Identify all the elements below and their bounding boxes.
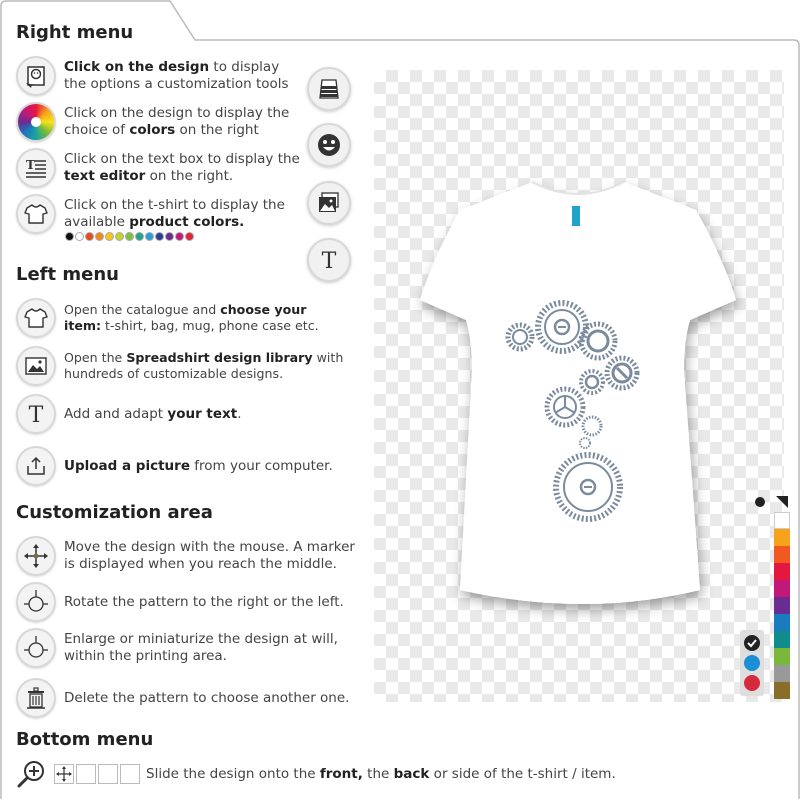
product-color-dot bbox=[105, 232, 114, 241]
palette-swatch[interactable] bbox=[774, 648, 790, 665]
product-color-dot bbox=[125, 232, 134, 241]
side-color-dot[interactable] bbox=[744, 675, 760, 691]
scale-icon bbox=[16, 628, 56, 668]
palette-swatch[interactable] bbox=[774, 631, 790, 648]
product-color-dot bbox=[135, 232, 144, 241]
tshirt-color-icon[interactable] bbox=[307, 67, 351, 111]
palette-swatch[interactable] bbox=[774, 665, 790, 682]
product-color-dot bbox=[175, 232, 184, 241]
product-color-dot bbox=[145, 232, 154, 241]
palette-toggle-icon[interactable] bbox=[752, 494, 792, 512]
smiley-icon[interactable] bbox=[307, 123, 351, 167]
color-wheel-icon bbox=[16, 102, 56, 142]
customization-heading: Customization area bbox=[16, 502, 213, 523]
svg-text:T: T bbox=[322, 249, 337, 272]
palette-swatch[interactable] bbox=[774, 614, 790, 631]
text-icon: T bbox=[16, 394, 56, 434]
svg-text:T: T bbox=[26, 158, 35, 172]
left-menu-item-text: Open the catalogue and choose your item:… bbox=[64, 302, 319, 333]
right-menu-item-design: Click on the design to display the optio… bbox=[16, 56, 304, 96]
left-menu-item-library: Open the Spreadshirt design library with… bbox=[16, 346, 349, 386]
right-menu-heading: Right menu bbox=[16, 22, 134, 43]
bottom-menu-heading: Bottom menu bbox=[16, 729, 154, 750]
left-menu-item-text: Add and adapt your text. bbox=[64, 405, 242, 422]
product-color-dot bbox=[65, 232, 74, 241]
customization-item-scale: Enlarge or miniaturize the design at wil… bbox=[16, 628, 364, 668]
left-menu-item-catalogue: Open the catalogue and choose your item:… bbox=[16, 298, 344, 338]
tshirt-icon bbox=[16, 298, 56, 338]
color-palette[interactable] bbox=[774, 512, 790, 699]
palette-swatch[interactable] bbox=[774, 580, 790, 597]
rotate-icon bbox=[16, 582, 56, 622]
view-thumbnails bbox=[54, 764, 140, 784]
customization-item-text: Move the design with the mouse. A marker… bbox=[64, 539, 355, 572]
design-canvas[interactable] bbox=[374, 70, 784, 702]
right-menu-item-product-colors: Click on the t-shirt to display the avai… bbox=[16, 194, 304, 234]
palette-swatch[interactable] bbox=[774, 682, 790, 699]
customization-item-move: Move the design with the mouse. A marker… bbox=[16, 536, 364, 576]
palette-swatch[interactable] bbox=[774, 597, 790, 614]
palette-swatch[interactable] bbox=[774, 546, 790, 563]
zoom-in-icon[interactable] bbox=[16, 759, 46, 789]
customization-item-text: Delete the pattern to choose another one… bbox=[64, 689, 350, 706]
image-icon bbox=[16, 346, 56, 386]
text-icon[interactable]: T bbox=[307, 238, 351, 282]
right-menu-item-text: Click on the text box to display the tex… bbox=[64, 151, 300, 184]
design-click-icon bbox=[16, 56, 56, 96]
svg-text:T: T bbox=[29, 403, 44, 426]
right-menu-item-text: Click on the t-shirt to display the avai… bbox=[64, 197, 285, 230]
image-icon[interactable] bbox=[307, 181, 351, 225]
right-menu-item-text: Click on the design to display the choic… bbox=[64, 105, 290, 138]
right-menu-item-text-editor: T Click on the text box to display the t… bbox=[16, 148, 324, 188]
product-color-dot bbox=[95, 232, 104, 241]
product-color-dot bbox=[115, 232, 124, 241]
product-color-dot bbox=[185, 232, 194, 241]
product-color-dot bbox=[85, 232, 94, 241]
move-icon bbox=[16, 536, 56, 576]
customization-item-text: Rotate the pattern to the right or the l… bbox=[64, 593, 344, 610]
tshirt-icon bbox=[16, 194, 56, 234]
customization-item-text: Enlarge or miniaturize the design at wil… bbox=[64, 631, 338, 664]
left-menu-item-text: Open the Spreadshirt design library with… bbox=[64, 350, 344, 381]
tshirt-preview[interactable] bbox=[374, 70, 784, 702]
product-color-dot bbox=[155, 232, 164, 241]
upload-icon bbox=[16, 446, 56, 486]
view-side-thumbnail[interactable] bbox=[120, 764, 140, 784]
checkmark-icon[interactable] bbox=[744, 635, 760, 651]
right-menu-item-text: Click on the design to display the optio… bbox=[64, 59, 289, 92]
view-back-thumbnail[interactable] bbox=[98, 764, 118, 784]
text-editor-icon: T bbox=[16, 148, 56, 188]
left-menu-heading: Left menu bbox=[16, 264, 119, 285]
bottom-menu-text: Slide the design onto the front, the bac… bbox=[146, 765, 616, 782]
customization-item-rotate: Rotate the pattern to the right or the l… bbox=[16, 582, 364, 622]
view-front-thumbnail[interactable] bbox=[76, 764, 96, 784]
product-color-dot bbox=[165, 232, 174, 241]
move-icon[interactable] bbox=[54, 764, 74, 784]
product-color-dots bbox=[65, 232, 194, 241]
left-menu-item-text: Upload a picture from your computer. bbox=[64, 457, 333, 474]
palette-swatch[interactable] bbox=[774, 529, 790, 546]
right-menu-item-colors: Click on the design to display the choic… bbox=[16, 102, 304, 142]
brand-label-icon bbox=[572, 206, 580, 226]
product-color-dot bbox=[75, 232, 84, 241]
side-color-dot[interactable] bbox=[744, 655, 760, 671]
palette-swatch[interactable] bbox=[774, 512, 790, 529]
bottom-menu-row: Slide the design onto the front, the bac… bbox=[16, 759, 646, 789]
palette-swatch[interactable] bbox=[774, 563, 790, 580]
left-menu-item-text: T Add and adapt your text. bbox=[16, 394, 344, 434]
customization-item-delete: Delete the pattern to choose another one… bbox=[16, 678, 364, 718]
trash-icon bbox=[16, 678, 56, 718]
left-menu-item-upload: Upload a picture from your computer. bbox=[16, 446, 344, 486]
